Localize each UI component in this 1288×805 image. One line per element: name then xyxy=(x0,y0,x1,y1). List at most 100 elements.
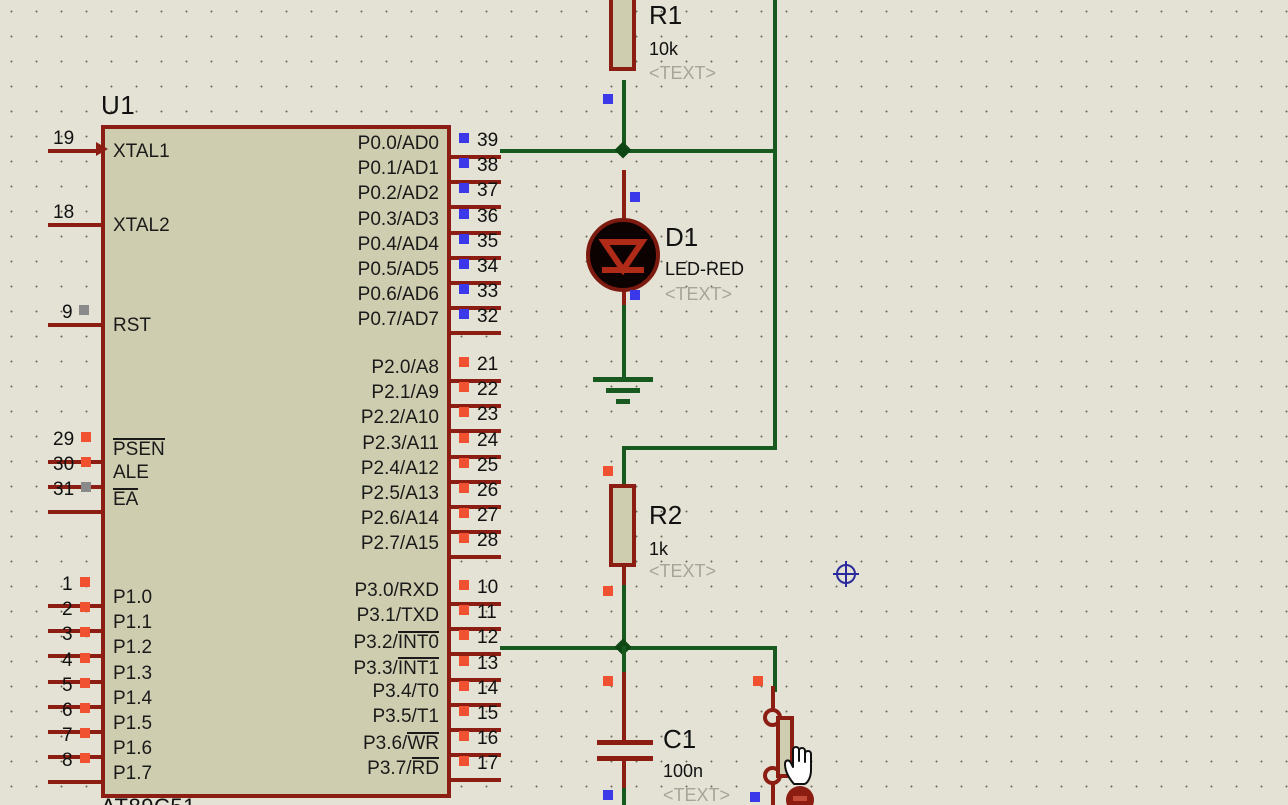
pin-marker-r1-b xyxy=(603,94,613,104)
pin-marker-22 xyxy=(459,382,469,393)
resistor-r2-body[interactable] xyxy=(609,484,636,567)
pin-label-prefix: P3.5/ xyxy=(372,706,417,727)
pin-marker-32 xyxy=(459,309,469,320)
pin-leg-8[interactable] xyxy=(48,780,103,785)
pin-marker-31 xyxy=(81,482,91,492)
pin-label-p2-6-a14: P2.6/A14 xyxy=(360,508,439,530)
lead-led-anode[interactable] xyxy=(622,170,626,220)
pin-number-7: 7 xyxy=(62,725,73,747)
pin-number-18: 18 xyxy=(53,202,75,223)
resistor-r1-body[interactable] xyxy=(609,0,636,71)
pin-leg-28[interactable] xyxy=(449,555,501,560)
pin-label-prefix: P3.0/ xyxy=(354,580,399,601)
pin-label-p0-6-ad6: P0.6/AD6 xyxy=(357,284,439,306)
pin-number-37: 37 xyxy=(477,180,499,202)
capacitor-c1-text[interactable]: <TEXT> xyxy=(663,786,730,804)
pin-marker-29 xyxy=(81,432,91,442)
schematic-canvas[interactable]: U1 AT89C51 XTAL1 19 XTAL2 18 RST 9 PSEN … xyxy=(0,0,1288,805)
pin-label-p3-5-t1: P3.5/T1 xyxy=(249,707,439,726)
wire-vertical-rail[interactable] xyxy=(773,0,777,450)
resistor-r1-text[interactable]: <TEXT> xyxy=(649,64,716,82)
pin-label-p0-5-ad5: P0.5/AD5 xyxy=(357,259,439,280)
resistor-r2-text[interactable]: <TEXT> xyxy=(649,562,716,580)
resistor-r1-value[interactable]: 10k xyxy=(649,40,678,58)
pin-number-10: 10 xyxy=(477,577,499,598)
pin-number-34: 34 xyxy=(477,256,499,277)
pin-leg-6[interactable] xyxy=(48,730,103,734)
pin-label-plain-text: T0 xyxy=(416,680,439,702)
pin-leg-19[interactable] xyxy=(48,149,103,153)
pin-label-p3-1-txd: P3.1/TXD xyxy=(249,606,439,625)
pin-leg-31[interactable] xyxy=(48,510,103,514)
wire-c1-to-ground[interactable] xyxy=(622,788,626,805)
led-d1-symbol-icon xyxy=(598,239,648,276)
wire-led-to-ground[interactable] xyxy=(622,305,626,381)
pin-label-p2-1-a9: P2.1/A9 xyxy=(371,382,439,404)
pin-label-prefix: P3.2/ xyxy=(353,632,398,654)
wire-node-to-switch[interactable] xyxy=(622,646,777,650)
pin-marker-4 xyxy=(80,652,90,663)
resistor-r2-value[interactable]: 1k xyxy=(649,540,668,558)
pin-leg-18[interactable] xyxy=(48,223,103,227)
capacitor-c1-value[interactable]: 100n xyxy=(663,762,703,780)
led-d1-value[interactable]: LED-RED xyxy=(665,260,744,278)
pin-marker-23 xyxy=(459,407,469,418)
capacitor-c1-plate-bottom[interactable] xyxy=(597,756,653,761)
pin-label-p2-5-a13: P2.5/A13 xyxy=(360,483,439,504)
ic-u1-reference[interactable]: U1 xyxy=(101,90,135,121)
capacitor-c1-reference[interactable]: C1 xyxy=(663,726,696,752)
wire-p00-to-led-node[interactable] xyxy=(500,149,628,153)
wire-node-to-rail[interactable] xyxy=(622,149,777,153)
wire-r2-top[interactable] xyxy=(622,446,626,486)
pin-leg-9[interactable] xyxy=(48,323,103,327)
pin-number-4: 4 xyxy=(62,649,73,671)
pin-marker-6 xyxy=(80,703,90,713)
pin-number-35: 35 xyxy=(477,230,499,252)
pin-label-prefix: P3.3/ xyxy=(353,657,398,679)
pin-leg-7[interactable] xyxy=(48,755,103,760)
pin-label-p0-2-ad2: P0.2/AD2 xyxy=(357,183,439,205)
wire-int0-to-node[interactable] xyxy=(500,646,626,650)
pin-marker-2 xyxy=(80,602,90,613)
pin-label-overbar-text: INT0 xyxy=(397,631,439,654)
pin-leg-1[interactable] xyxy=(48,604,103,608)
pin-label-prefix: P3.1/ xyxy=(356,605,401,627)
pin-leg-4[interactable] xyxy=(48,679,103,684)
capacitor-c1-plate-top[interactable] xyxy=(597,740,653,745)
pin-label-p2-3-a11: P2.3/A11 xyxy=(362,432,439,454)
led-d1-reference[interactable]: D1 xyxy=(665,224,698,250)
pin-number-21: 21 xyxy=(477,354,499,375)
pin-label-plain-text: T1 xyxy=(416,706,439,727)
pin-marker-switch-b xyxy=(750,792,760,802)
pin-leg-17[interactable] xyxy=(449,778,501,783)
pin-label-p1-6: P1.6 xyxy=(113,738,153,760)
pin-number-24: 24 xyxy=(477,429,499,451)
pin-leg-5[interactable] xyxy=(48,704,103,709)
pin-label-p3-2-int0: P3.2/INT0 xyxy=(249,631,439,653)
pin-number-39: 39 xyxy=(477,130,499,151)
resistor-r2-reference[interactable]: R2 xyxy=(649,502,682,528)
pin-number-1: 1 xyxy=(62,574,73,595)
pin-label-overbar-text: INT1 xyxy=(397,656,439,679)
pin-marker-27 xyxy=(459,508,469,519)
pin-label-p0-7-ad7: P0.7/AD7 xyxy=(357,309,439,331)
pin-leg-2[interactable] xyxy=(48,629,103,634)
pin-label-ale: ALE xyxy=(113,462,149,483)
pin-number-32: 32 xyxy=(477,306,499,328)
lead-c1-top[interactable] xyxy=(622,672,626,740)
pin-marker-15 xyxy=(459,706,469,716)
lead-c1-bottom[interactable] xyxy=(622,760,626,790)
pin-number-19: 19 xyxy=(53,128,75,149)
pin-label-prefix: P3.7/ xyxy=(367,758,412,780)
led-d1-text[interactable]: <TEXT> xyxy=(665,285,732,303)
pin-leg-3[interactable] xyxy=(48,654,103,659)
wire-rail-to-r2[interactable] xyxy=(622,446,777,450)
pin-marker-37 xyxy=(459,183,469,194)
pin-number-31: 31 xyxy=(53,479,75,500)
pin-marker-30 xyxy=(81,457,91,467)
pin-marker-switch-a xyxy=(753,676,763,686)
resistor-r1-reference[interactable]: R1 xyxy=(649,2,682,28)
pin-leg-32[interactable] xyxy=(449,331,501,336)
ic-u1-value[interactable]: AT89C51 xyxy=(101,794,196,805)
pin-label-psen: PSEN xyxy=(113,438,165,460)
